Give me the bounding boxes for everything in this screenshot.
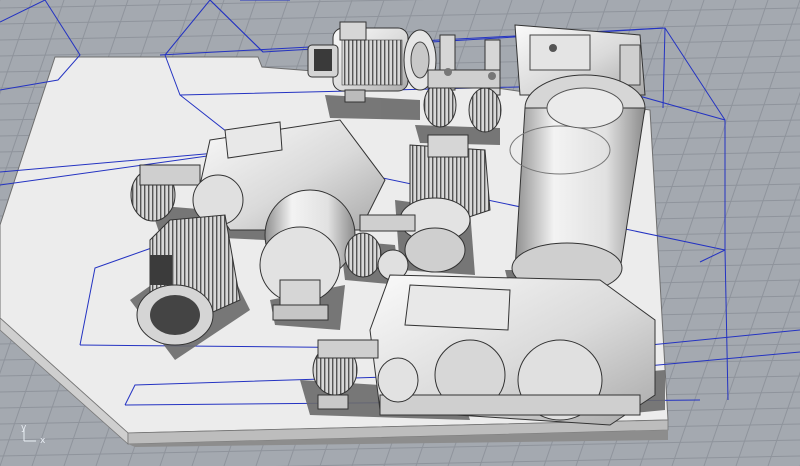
bottom-gearbox[interactable]	[369, 274, 656, 426]
axis-x-label: x	[40, 436, 46, 446]
grid-line	[0, 0, 426, 9]
axis-y-label: y	[21, 423, 27, 433]
grid-line	[274, 455, 800, 466]
scene-canvas[interactable]	[0, 0, 800, 466]
3d-viewport[interactable]: x y	[0, 0, 800, 466]
grid-line	[0, 7, 800, 25]
